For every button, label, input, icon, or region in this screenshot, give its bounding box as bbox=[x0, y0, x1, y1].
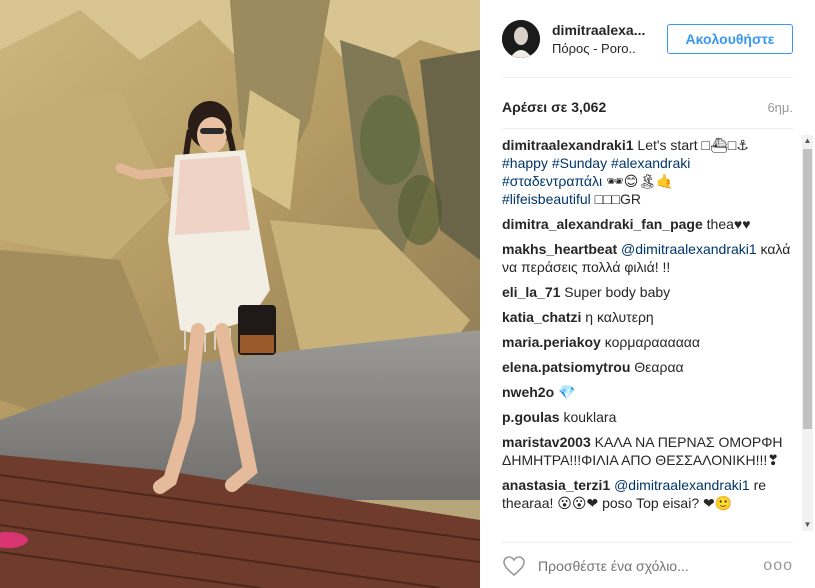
post-photo[interactable] bbox=[0, 0, 480, 588]
comment-text: κορμαραααααα bbox=[600, 334, 700, 350]
comment: maristav2003 ΚΑΛΑ ΝΑ ΠΕΡΝΑΣ ΟΜΟΡΦΗ ΔΗΜΗΤ… bbox=[502, 433, 793, 469]
scrollbar-thumb[interactable] bbox=[803, 149, 812, 429]
comment: nweh2o 💎 bbox=[502, 383, 793, 401]
caption-text: Let's start □⛴□⚓ bbox=[633, 137, 749, 153]
scroll-down-arrow-icon[interactable]: ▼ bbox=[802, 519, 813, 531]
post-details-panel: dimitraalexa... Πόρος - Poro.. Ακολουθήσ… bbox=[480, 0, 815, 588]
caption-suffix: □□□GR bbox=[590, 191, 641, 207]
comment: anastasia_terzi1 @dimitraalexandraki1 re… bbox=[502, 476, 793, 512]
comment: makhs_heartbeat @dimitraalexandraki1 καλ… bbox=[502, 240, 793, 276]
comment-text: kouklara bbox=[559, 409, 617, 425]
heart-icon[interactable] bbox=[502, 554, 526, 578]
post-timestamp[interactable]: 6ημ. bbox=[767, 100, 793, 115]
post-header: dimitraalexa... Πόρος - Poro.. Ακολουθήσ… bbox=[502, 0, 793, 78]
likes-row: Αρέσει σε 3,062 6ημ. bbox=[502, 96, 793, 118]
comment-text: thea♥♥ bbox=[702, 216, 751, 232]
comment-username[interactable]: makhs_heartbeat bbox=[502, 241, 617, 257]
instagram-post-modal: dimitraalexa... Πόρος - Poro.. Ακολουθήσ… bbox=[0, 0, 815, 588]
comment-username[interactable]: p.goulas bbox=[502, 409, 560, 425]
comment: dimitra_alexandraki_fan_page thea♥♥ bbox=[502, 215, 793, 233]
comment: katia_chatzi η καλυτερη bbox=[502, 308, 793, 326]
more-options-icon[interactable]: ooo bbox=[763, 557, 793, 575]
comment-username[interactable]: nweh2o bbox=[502, 384, 554, 400]
caption-emoji: 🕶😊🏝🤙 bbox=[602, 173, 674, 189]
comment-text: Θεαραα bbox=[630, 359, 684, 375]
comments-scrollbar[interactable]: ▲ ▼ bbox=[802, 135, 813, 531]
comment-username[interactable]: maria.periakoy bbox=[502, 334, 601, 350]
comment-mention[interactable]: @dimitraalexandraki1 bbox=[617, 241, 757, 257]
comment-text: Super body baby bbox=[560, 284, 671, 300]
comment: elena.patsiomytrou Θεαραα bbox=[502, 358, 793, 376]
caption: dimitraalexandraki1 Let's start □⛴□⚓ #ha… bbox=[502, 136, 793, 208]
comment-mention[interactable]: @dimitraalexandraki1 bbox=[610, 477, 750, 493]
photo-image bbox=[0, 0, 480, 588]
hashtags-line-2[interactable]: #σταδεντραπάλι bbox=[502, 173, 602, 189]
scroll-up-arrow-icon[interactable]: ▲ bbox=[802, 135, 813, 147]
comment-username[interactable]: eli_la_71 bbox=[502, 284, 560, 300]
comment-text: 💎 bbox=[554, 384, 576, 400]
comment-username[interactable]: maristav2003 bbox=[502, 434, 591, 450]
comment-text: η καλυτερη bbox=[581, 309, 654, 325]
comment-composer: ooo bbox=[502, 542, 793, 588]
comment-username[interactable]: anastasia_terzi1 bbox=[502, 477, 610, 493]
comment-username[interactable]: katia_chatzi bbox=[502, 309, 581, 325]
comments-list[interactable]: dimitraalexandraki1 Let's start □⛴□⚓ #ha… bbox=[502, 136, 793, 532]
divider bbox=[502, 128, 793, 129]
avatar[interactable] bbox=[502, 19, 540, 58]
comment-username[interactable]: dimitra_alexandraki_fan_page bbox=[502, 216, 703, 232]
comment-username[interactable]: elena.patsiomytrou bbox=[502, 359, 630, 375]
hashtags-line-1[interactable]: #happy #Sunday #alexandraki bbox=[502, 155, 690, 171]
user-meta: dimitraalexa... Πόρος - Poro.. bbox=[552, 22, 659, 56]
hashtags-line-3[interactable]: #lifeisbeautiful bbox=[502, 191, 591, 207]
comment: p.goulas kouklara bbox=[502, 408, 793, 426]
location-link[interactable]: Πόρος - Poro.. bbox=[552, 41, 659, 56]
comment: eli_la_71 Super body baby bbox=[502, 283, 793, 301]
comment: maria.periakoy κορμαραααααα bbox=[502, 333, 793, 351]
caption-username[interactable]: dimitraalexandraki1 bbox=[502, 137, 634, 153]
username-link[interactable]: dimitraalexa... bbox=[552, 22, 659, 38]
likes-count[interactable]: Αρέσει σε 3,062 bbox=[502, 99, 606, 115]
add-comment-input[interactable] bbox=[538, 557, 764, 574]
follow-button[interactable]: Ακολουθήστε bbox=[667, 23, 793, 54]
